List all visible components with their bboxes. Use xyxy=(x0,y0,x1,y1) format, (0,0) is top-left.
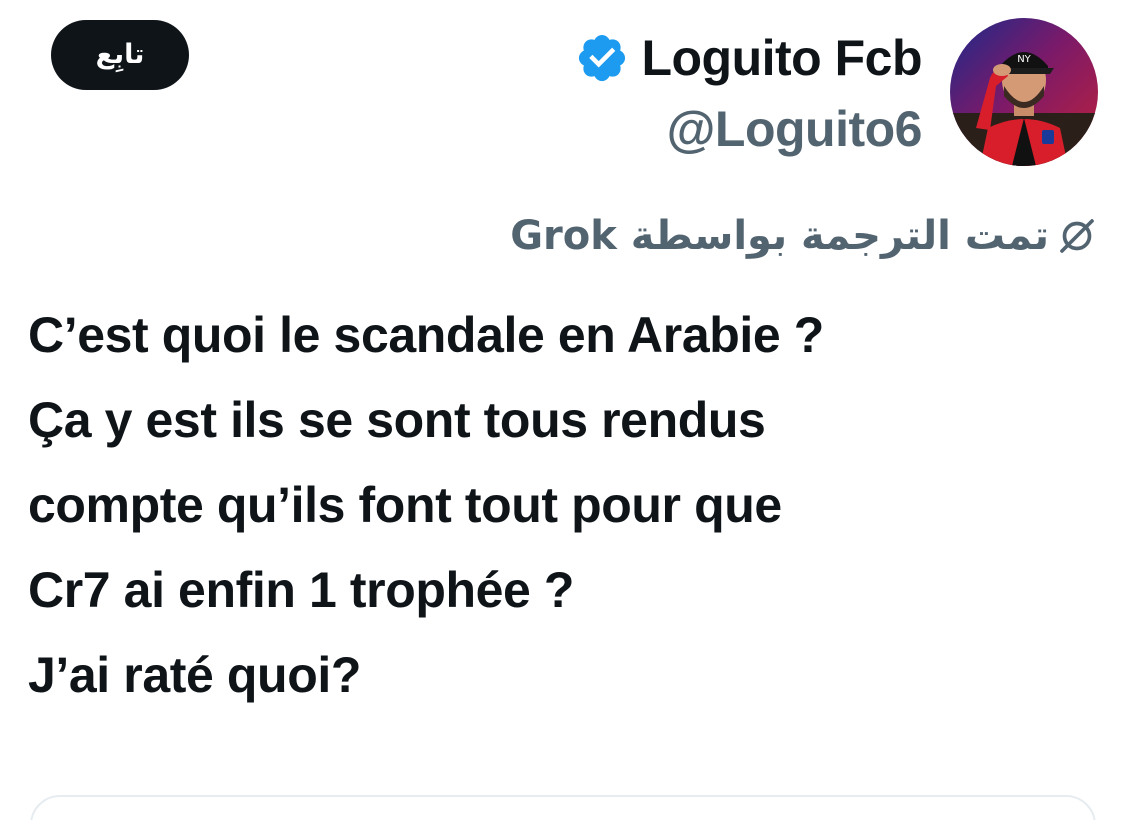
media-card[interactable] xyxy=(30,795,1096,820)
follow-button[interactable]: تابِع xyxy=(51,20,189,90)
verified-badge-icon xyxy=(579,34,626,82)
avatar[interactable]: NY xyxy=(950,18,1098,166)
tweet-text-line: Ça y est ils se sont tous rendus xyxy=(28,392,766,448)
author-handle[interactable]: @Loguito6 xyxy=(667,100,923,158)
grok-icon xyxy=(1060,219,1094,253)
avatar-photo: NY xyxy=(950,18,1098,166)
svg-text:NY: NY xyxy=(1017,54,1031,65)
tweet-text-line: compte qu’ils font tout pour que xyxy=(28,477,782,533)
author-display-name[interactable]: Loguito Fcb xyxy=(641,29,922,87)
translation-note: تمت الترجمة بواسطة Grok xyxy=(510,206,1097,266)
tweet-text-line: Cr7 ai enfin 1 trophée ? xyxy=(28,562,575,618)
tweet-text-line: C’est quoi le scandale en Arabie ? xyxy=(28,307,824,363)
tweet-text: C’est quoi le scandale en Arabie ? Ça y … xyxy=(28,293,1108,718)
tweet-text-line: J’ai raté quoi? xyxy=(28,647,361,703)
author-name-row: Loguito Fcb xyxy=(575,28,922,88)
translation-note-text: تمت الترجمة بواسطة Grok xyxy=(510,213,1049,259)
